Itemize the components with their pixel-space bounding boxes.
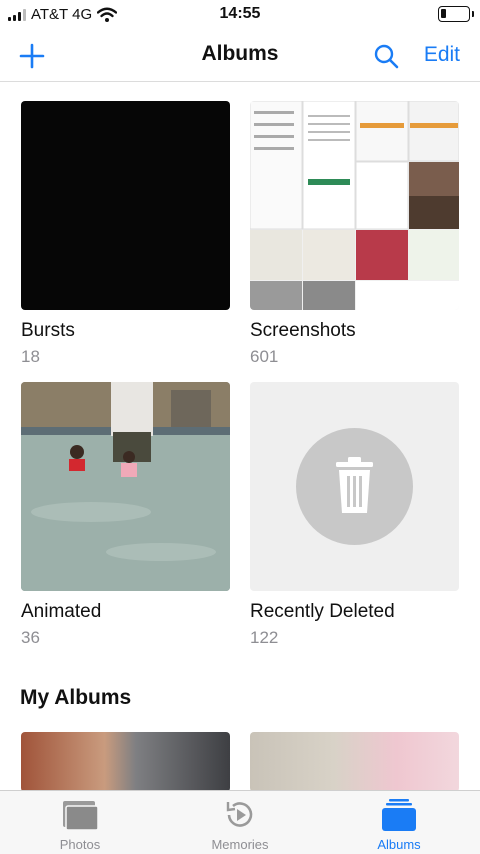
album-count: 601 [250,347,279,366]
my-albums-heading: My Albums [20,686,132,709]
album-name: Screenshots [250,320,356,341]
album-count: 36 [21,628,40,647]
pool-photo [21,382,230,591]
album-name: Animated [21,601,102,622]
album-count: 18 [21,347,40,366]
album-thumbnail[interactable] [250,732,459,792]
album-name: Recently Deleted [250,601,395,622]
photos-app: AT&T 4G 14:55 Albums Edit Bursts 18 Scre… [0,0,480,854]
navigation-bar: Albums Edit [0,30,480,82]
trash-icon [336,457,373,513]
tab-photos[interactable]: Photos [20,791,140,854]
tab-albums[interactable]: Albums [339,791,459,854]
album-thumbnail[interactable] [21,101,230,310]
tab-label: Photos [59,837,101,852]
tab-memories[interactable]: Memories [180,791,300,854]
albums-icon [382,799,416,831]
album-thumbnail[interactable] [250,382,459,591]
edit-button[interactable]: Edit [424,43,460,67]
album-thumbnail[interactable] [21,732,230,792]
album-thumbnail[interactable] [250,101,459,310]
album-thumbnail[interactable] [21,382,230,591]
album-count: 122 [250,628,279,647]
memories-icon [226,802,253,827]
search-button[interactable] [368,38,404,74]
tab-label: Albums [377,837,421,852]
status-bar: AT&T 4G 14:55 [0,0,480,30]
photos-icon [63,801,99,831]
tab-label: Memories [211,837,269,852]
trash-badge [296,428,413,545]
tab-bar: Photos Memories Albums [0,790,480,854]
page-title: Albums [201,42,279,65]
album-name: Bursts [21,320,75,341]
battery-icon [438,6,474,22]
status-time: 14:55 [219,5,261,22]
screenshots-collage [250,101,459,310]
